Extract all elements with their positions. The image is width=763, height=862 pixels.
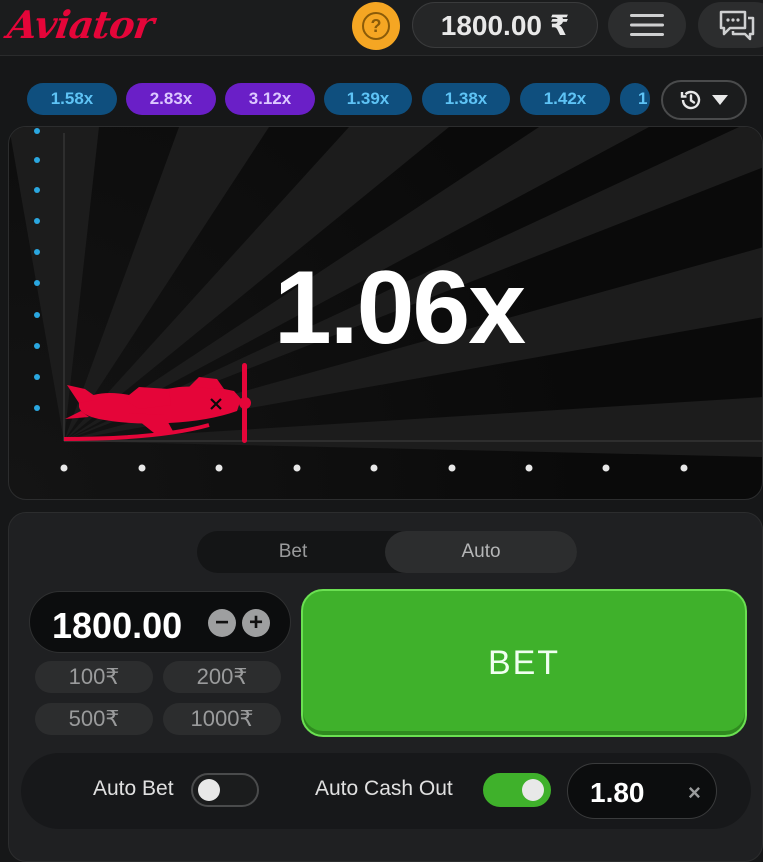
aviator-logo: Aviator: [4, 2, 157, 47]
chat-button[interactable]: [698, 2, 763, 48]
quick-amount-button[interactable]: 200₹: [163, 661, 281, 693]
auto-cashout-input[interactable]: 1.80 ×: [567, 763, 717, 819]
bet-button[interactable]: BET: [301, 589, 747, 737]
decrease-stake-button[interactable]: −: [208, 609, 236, 637]
cashout-value: 1.80: [590, 777, 645, 808]
toggle-knob: [198, 779, 220, 801]
hamburger-icon: [630, 14, 664, 36]
menu-button[interactable]: [608, 2, 686, 48]
clock-history-icon: [680, 90, 701, 110]
stake-stepper: 1800.00 − +: [29, 591, 291, 653]
auto-bet-label: Auto Bet: [93, 777, 174, 800]
help-button[interactable]: ?: [352, 2, 400, 50]
chevron-down-icon: [712, 95, 728, 105]
toggle-knob: [522, 779, 544, 801]
tab-bet[interactable]: Bet: [197, 531, 389, 573]
clear-cashout-button[interactable]: ×: [688, 780, 701, 806]
history-pill: 1.38x: [422, 83, 510, 115]
history-pill: 1: [620, 83, 650, 115]
history-pill: 1.58x: [27, 83, 117, 115]
increase-stake-button[interactable]: +: [242, 609, 270, 637]
top-header: Aviator ? 1800.00 ₹: [0, 0, 763, 56]
plane-icon: [65, 363, 251, 443]
history-toggle-button[interactable]: [661, 80, 747, 120]
current-multiplier: 1.06x: [273, 250, 526, 366]
history-pill: 1.39x: [324, 83, 412, 115]
balance-display: 1800.00 ₹: [412, 2, 598, 48]
quick-amount-button[interactable]: 1000₹: [163, 703, 281, 735]
multiplier-history: 1.58x 2.83x 3.12x 1.39x 1.38x 1.42x 1: [0, 76, 763, 122]
history-pill: 2.83x: [126, 83, 216, 115]
stake-input[interactable]: 1800.00: [52, 605, 182, 647]
bet-mode-tabs: Bet Auto: [197, 531, 577, 573]
tab-auto[interactable]: Auto: [385, 531, 577, 573]
history-pill: 3.12x: [225, 83, 315, 115]
question-icon: ?: [362, 12, 390, 40]
auto-cashout-label: Auto Cash Out: [315, 777, 453, 800]
auto-bet-toggle[interactable]: [191, 773, 259, 807]
quick-amount-button[interactable]: 500₹: [35, 703, 153, 735]
history-pill: 1.42x: [520, 83, 610, 115]
auto-settings-row: Auto Bet Auto Cash Out 1.80 ×: [21, 753, 751, 829]
bet-panel: Bet Auto 1800.00 − + 100₹ 200₹ 500₹ 1000…: [8, 512, 763, 862]
auto-cashout-toggle[interactable]: [483, 773, 551, 807]
chat-icon: [719, 10, 755, 41]
quick-amount-button[interactable]: 100₹: [35, 661, 153, 693]
game-canvas: 1.06x: [8, 126, 763, 500]
